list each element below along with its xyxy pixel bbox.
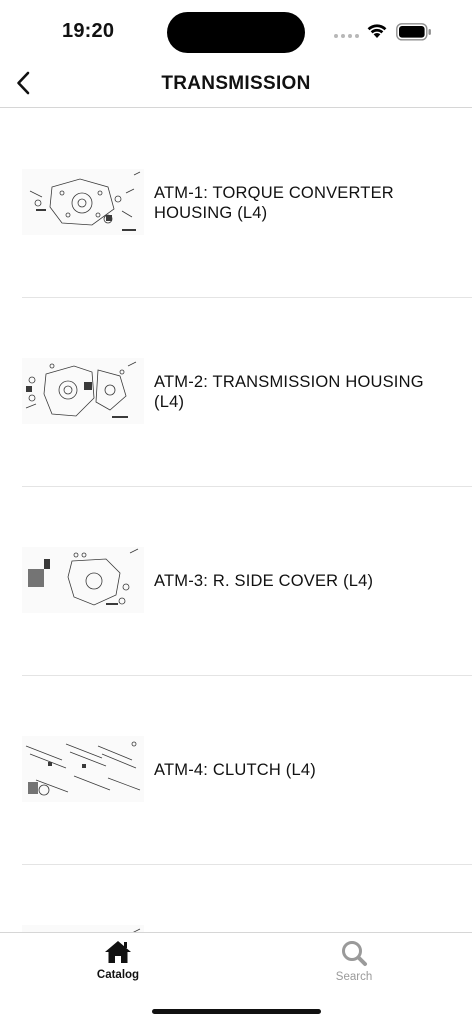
status-bar: 19:20 — [0, 0, 472, 62]
home-icon — [105, 941, 131, 963]
status-time: 19:20 — [62, 20, 115, 42]
wifi-icon — [367, 24, 387, 38]
list-item-label — [154, 864, 454, 932]
page-title: TRANSMISSION — [161, 73, 311, 94]
parts-diagram-thumbnail — [22, 736, 144, 802]
cellular-signal-icon — [334, 34, 359, 38]
list-item[interactable]: ATM-1: TORQUE CONVERTER HOUSING (L4) — [22, 108, 472, 298]
parts-diagram-thumbnail — [22, 925, 144, 932]
parts-diagram-thumbnail — [22, 169, 144, 235]
tab-search-label: Search — [335, 971, 373, 983]
dynamic-island — [167, 12, 305, 53]
parts-diagram-thumbnail — [22, 358, 144, 424]
list-item[interactable] — [22, 864, 472, 932]
parts-diagram-thumbnail — [22, 547, 144, 613]
list-item[interactable]: ATM-2: TRANSMISSION HOUSING (L4) — [22, 297, 472, 487]
tab-catalog-label: Catalog — [96, 969, 140, 981]
search-icon — [342, 941, 367, 966]
list-item-label: ATM-1: TORQUE CONVERTER HOUSING (L4) — [154, 183, 394, 222]
battery-icon — [396, 23, 431, 41]
list-item[interactable]: ATM-3: R. SIDE COVER (L4) — [22, 486, 472, 676]
navigation-bar: TRANSMISSION — [0, 62, 472, 108]
home-indicator — [152, 1009, 321, 1014]
list-item-label: ATM-4: CLUTCH (L4) — [154, 760, 316, 779]
tab-catalog[interactable]: Catalog — [58, 939, 178, 989]
diagram-list[interactable]: ATM-1: TORQUE CONVERTER HOUSING (L4) ATM… — [0, 108, 472, 932]
list-item[interactable]: ATM-4: CLUTCH (L4) — [22, 675, 472, 865]
list-item-label: ATM-3: R. SIDE COVER (L4) — [154, 571, 374, 590]
tab-search[interactable]: Search — [294, 939, 414, 989]
list-item-label: ATM-2: TRANSMISSION HOUSING (L4) — [154, 372, 424, 411]
